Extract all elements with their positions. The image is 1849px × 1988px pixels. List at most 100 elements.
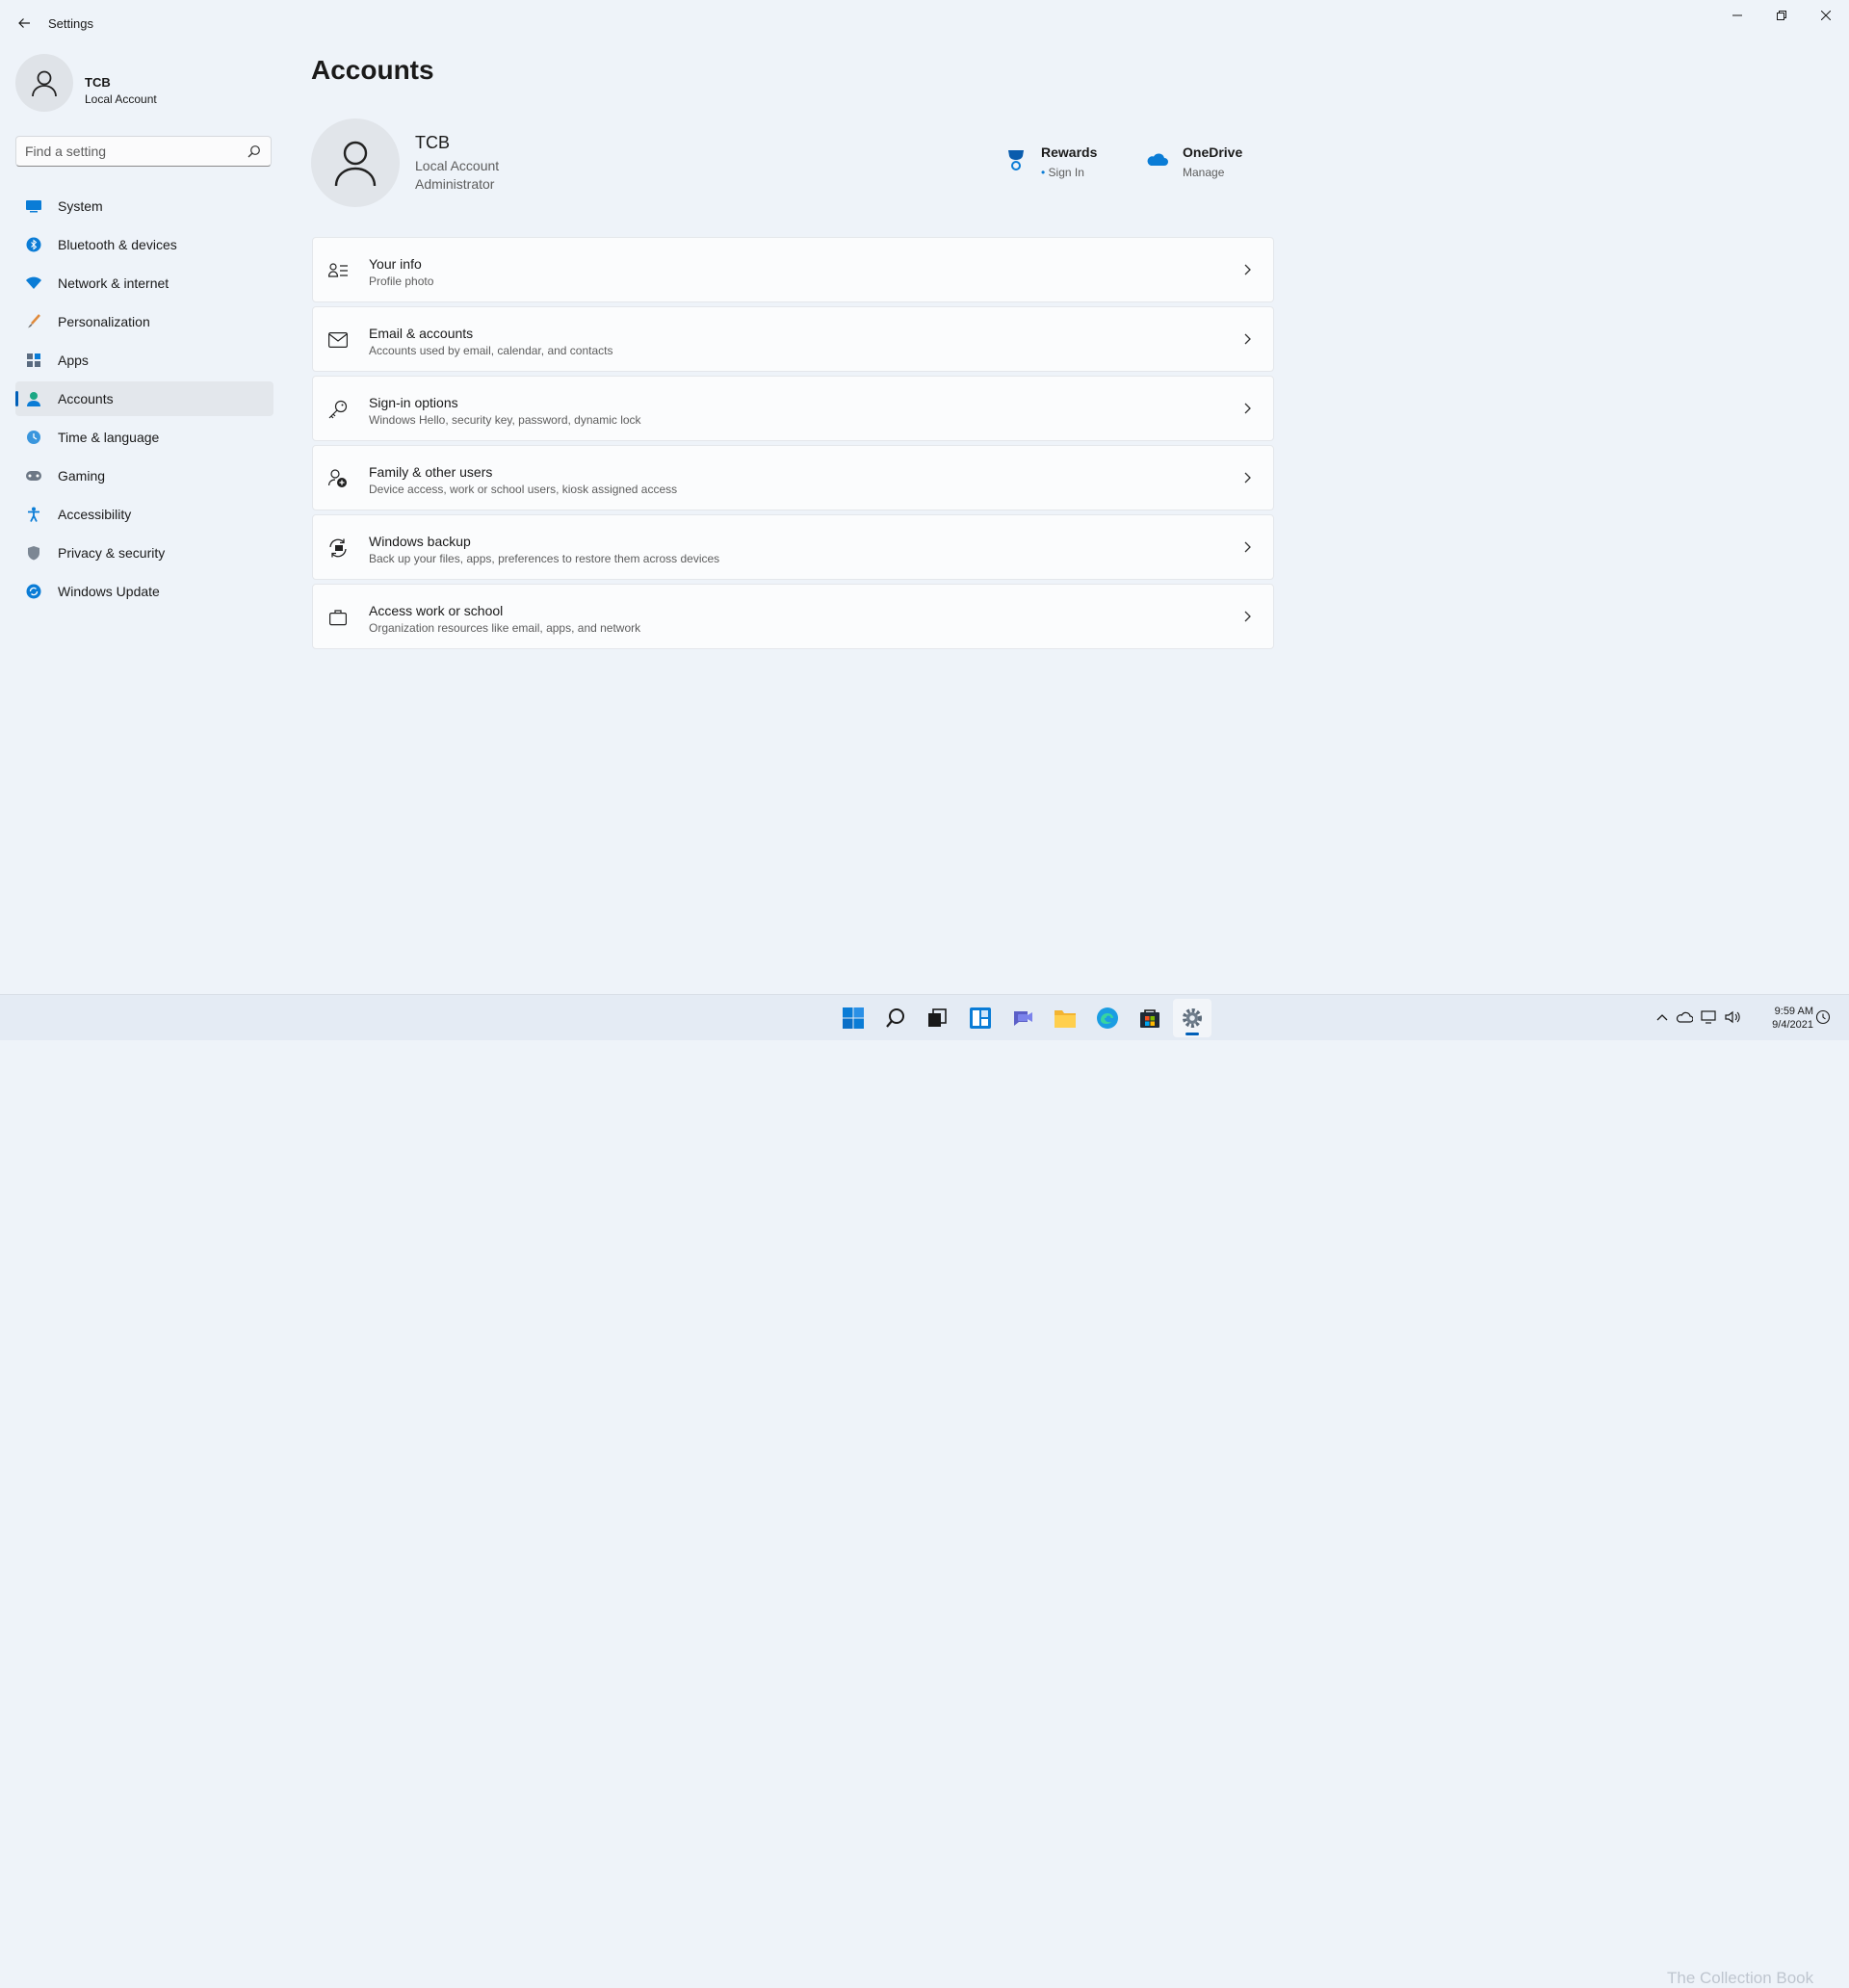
card-family-other-users[interactable]: Family & other users Device access, work… xyxy=(312,445,1274,510)
sidebar-item-privacy[interactable]: Privacy & security xyxy=(15,536,273,570)
sidebar-item-label: Accessibility xyxy=(58,507,132,522)
taskbar-task-view-button[interactable] xyxy=(918,999,956,1037)
sidebar-item-accessibility[interactable]: Accessibility xyxy=(15,497,273,532)
tray-onedrive-button[interactable] xyxy=(1676,1008,1693,1026)
taskbar-file-explorer-button[interactable] xyxy=(1046,999,1084,1037)
card-title: Sign-in options xyxy=(369,395,458,410)
backup-icon xyxy=(328,538,348,558)
card-access-work-school[interactable]: Access work or school Organization resou… xyxy=(312,584,1274,649)
sidebar-item-label: Windows Update xyxy=(58,584,160,599)
accounts-icon xyxy=(25,390,42,407)
taskbar-clock[interactable]: 9:59 AM 9/4/2021 xyxy=(1772,1005,1813,1032)
card-your-info[interactable]: Your info Profile photo xyxy=(312,237,1274,302)
search-input[interactable] xyxy=(25,137,237,166)
start-icon xyxy=(843,1007,864,1029)
card-sign-in-options[interactable]: Sign-in options Windows Hello, security … xyxy=(312,376,1274,441)
back-button[interactable] xyxy=(13,12,36,35)
onedrive-service[interactable]: OneDrive Manage xyxy=(1146,144,1262,187)
search-icon[interactable] xyxy=(247,144,261,158)
network-monitor-icon xyxy=(1701,1010,1716,1024)
volume-icon xyxy=(1725,1010,1740,1024)
sidebar-item-label: Gaming xyxy=(58,468,106,484)
sidebar-item-label: Network & internet xyxy=(58,275,169,291)
tray-network-button[interactable] xyxy=(1700,1008,1717,1026)
sidebar-item-label: Accounts xyxy=(58,391,114,406)
notification-button[interactable] xyxy=(1814,1008,1832,1026)
search-icon xyxy=(886,1008,904,1028)
card-email-accounts[interactable]: Email & accounts Accounts used by email,… xyxy=(312,306,1274,372)
brush-icon xyxy=(25,313,42,330)
sidebar-item-time-language[interactable]: Time & language xyxy=(15,420,273,455)
sidebar-item-system[interactable]: System xyxy=(15,189,273,223)
notification-icon xyxy=(1815,1009,1831,1025)
sidebar-item-gaming[interactable]: Gaming xyxy=(15,458,273,493)
mail-icon xyxy=(328,330,348,350)
sidebar-item-personalization[interactable]: Personalization xyxy=(15,304,273,339)
rewards-service[interactable]: Rewards • Sign In xyxy=(1004,144,1110,187)
sidebar-item-apps[interactable]: Apps xyxy=(15,343,273,378)
tray-overflow-button[interactable] xyxy=(1654,1008,1671,1026)
task-view-icon xyxy=(928,1008,947,1027)
watermark-text: The Collection Book xyxy=(1667,1969,1814,1987)
sidebar-profile[interactable]: TCB Local Account xyxy=(15,54,275,112)
person-info-icon xyxy=(328,261,348,280)
card-subtitle: Accounts used by email, calendar, and co… xyxy=(369,344,613,357)
apps-icon xyxy=(25,352,42,369)
sidebar-item-label: System xyxy=(58,198,103,214)
minimize-icon xyxy=(1732,14,1742,16)
user-name: TCB xyxy=(415,133,450,152)
sidebar-item-network[interactable]: Network & internet xyxy=(15,266,273,301)
user-account-type: Local Account xyxy=(415,158,500,173)
tray-volume-button[interactable] xyxy=(1724,1008,1741,1026)
chevron-right-icon xyxy=(1244,264,1251,275)
minimize-button[interactable] xyxy=(1715,0,1759,31)
globe-clock-icon xyxy=(25,429,42,446)
rewards-signin-link[interactable]: • Sign In xyxy=(1041,166,1084,179)
card-windows-backup[interactable]: Windows backup Back up your files, apps,… xyxy=(312,514,1274,580)
taskbar-settings-button[interactable] xyxy=(1173,999,1211,1037)
taskbar-chat-button[interactable] xyxy=(1003,999,1042,1037)
taskbar-store-button[interactable] xyxy=(1131,999,1169,1037)
chevron-right-icon xyxy=(1244,611,1251,622)
card-subtitle: Organization resources like email, apps,… xyxy=(369,621,641,635)
card-subtitle: Device access, work or school users, kio… xyxy=(369,483,678,496)
back-arrow-icon xyxy=(18,18,30,28)
clock-date: 9/4/2021 xyxy=(1772,1019,1813,1031)
person-icon xyxy=(32,70,57,97)
restore-button[interactable] xyxy=(1759,0,1804,31)
nav-list: System Bluetooth & devices Network & int… xyxy=(15,189,273,613)
search-box[interactable] xyxy=(15,136,272,167)
avatar xyxy=(15,54,73,112)
taskbar-edge-button[interactable] xyxy=(1088,999,1127,1037)
taskbar-widgets-button[interactable] xyxy=(961,999,1000,1037)
key-icon xyxy=(328,400,348,419)
sidebar-item-windows-update[interactable]: Windows Update xyxy=(15,574,273,609)
chevron-right-icon xyxy=(1244,333,1251,345)
person-icon xyxy=(334,141,377,187)
chevron-right-icon xyxy=(1244,541,1251,553)
onedrive-manage-link[interactable]: Manage xyxy=(1183,166,1224,179)
chevron-right-icon xyxy=(1244,472,1251,484)
card-title: Family & other users xyxy=(369,464,493,480)
family-icon xyxy=(328,469,348,488)
user-avatar[interactable] xyxy=(311,118,400,207)
system-icon xyxy=(25,197,42,215)
close-button[interactable] xyxy=(1804,0,1848,31)
update-icon xyxy=(25,583,42,600)
file-explorer-icon xyxy=(1055,1010,1076,1028)
sidebar-item-accounts[interactable]: Accounts xyxy=(15,381,273,416)
settings-icon xyxy=(1183,1008,1202,1028)
shield-icon xyxy=(25,544,42,562)
sidebar-item-bluetooth[interactable]: Bluetooth & devices xyxy=(15,227,273,262)
widgets-icon xyxy=(970,1007,991,1029)
taskbar-start-button[interactable] xyxy=(834,999,872,1037)
card-title: Email & accounts xyxy=(369,326,474,341)
close-icon xyxy=(1821,11,1831,20)
taskbar-search-button[interactable] xyxy=(876,999,915,1037)
rewards-title: Rewards xyxy=(1041,144,1098,160)
onedrive-title: OneDrive xyxy=(1183,144,1243,160)
title-bar: Settings xyxy=(0,0,1849,46)
account-header: TCB Local Account Administrator Rewards … xyxy=(311,118,1274,210)
restore-icon xyxy=(1777,11,1786,20)
settings-cards: Your info Profile photo Email & accounts… xyxy=(312,237,1274,653)
